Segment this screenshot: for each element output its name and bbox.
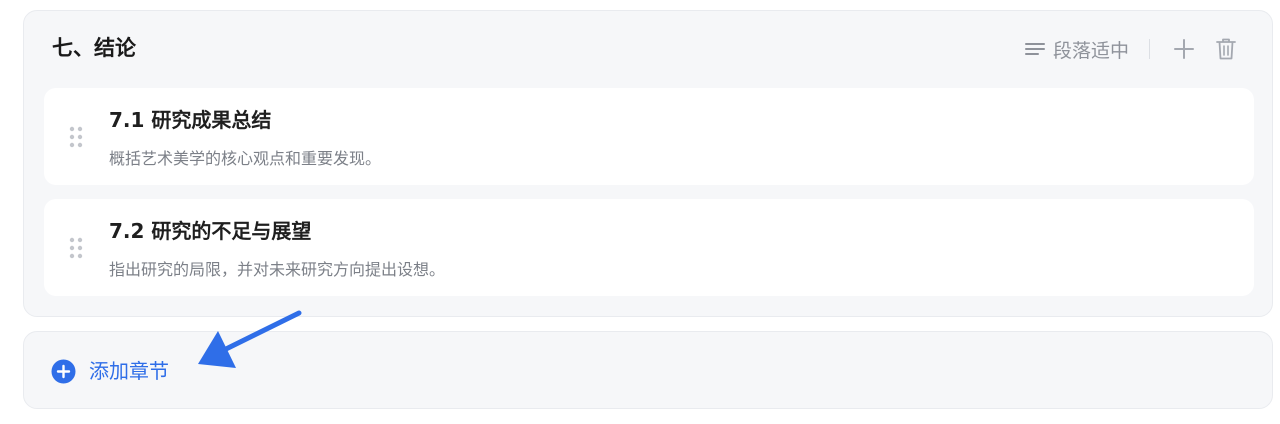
paragraph-density-button[interactable]: 段落适中 (1024, 36, 1129, 63)
add-section-card: 添加章节 (23, 331, 1273, 409)
drag-handle-icon[interactable] (68, 125, 84, 149)
add-subsection-button[interactable] (1172, 37, 1196, 61)
section-header: 七、结论 段落适中 (24, 11, 1272, 87)
divider (1149, 39, 1150, 59)
drag-handle-icon[interactable] (68, 236, 84, 260)
add-section-label: 添加章节 (89, 359, 169, 383)
subsection-description[interactable]: 概括艺术美学的核心观点和重要发现。 (109, 148, 381, 170)
subsection-description[interactable]: 指出研究的局限，并对未来研究方向提出设想。 (109, 259, 445, 281)
subsection-item[interactable]: 7.2 研究的不足与展望 指出研究的局限，并对未来研究方向提出设想。 (44, 199, 1254, 296)
lines-icon (1024, 43, 1045, 55)
section-card: 七、结论 段落适中 7.1 研究成果总结 概括艺术美学的核心观点和重要发现。 7… (23, 10, 1273, 317)
trash-icon (1216, 38, 1236, 60)
plus-circle-icon (51, 359, 76, 383)
plus-icon (1174, 39, 1194, 59)
delete-section-button[interactable] (1214, 37, 1238, 61)
subsection-title[interactable]: 7.2 研究的不足与展望 (109, 218, 311, 244)
add-section-button[interactable]: 添加章节 (51, 358, 169, 384)
subsection-item[interactable]: 7.1 研究成果总结 概括艺术美学的核心观点和重要发现。 (44, 88, 1254, 185)
section-title: 七、结论 (52, 36, 136, 60)
section-actions: 段落适中 (1024, 35, 1238, 63)
paragraph-density-label: 段落适中 (1052, 39, 1129, 62)
subsection-title[interactable]: 7.1 研究成果总结 (109, 107, 271, 133)
